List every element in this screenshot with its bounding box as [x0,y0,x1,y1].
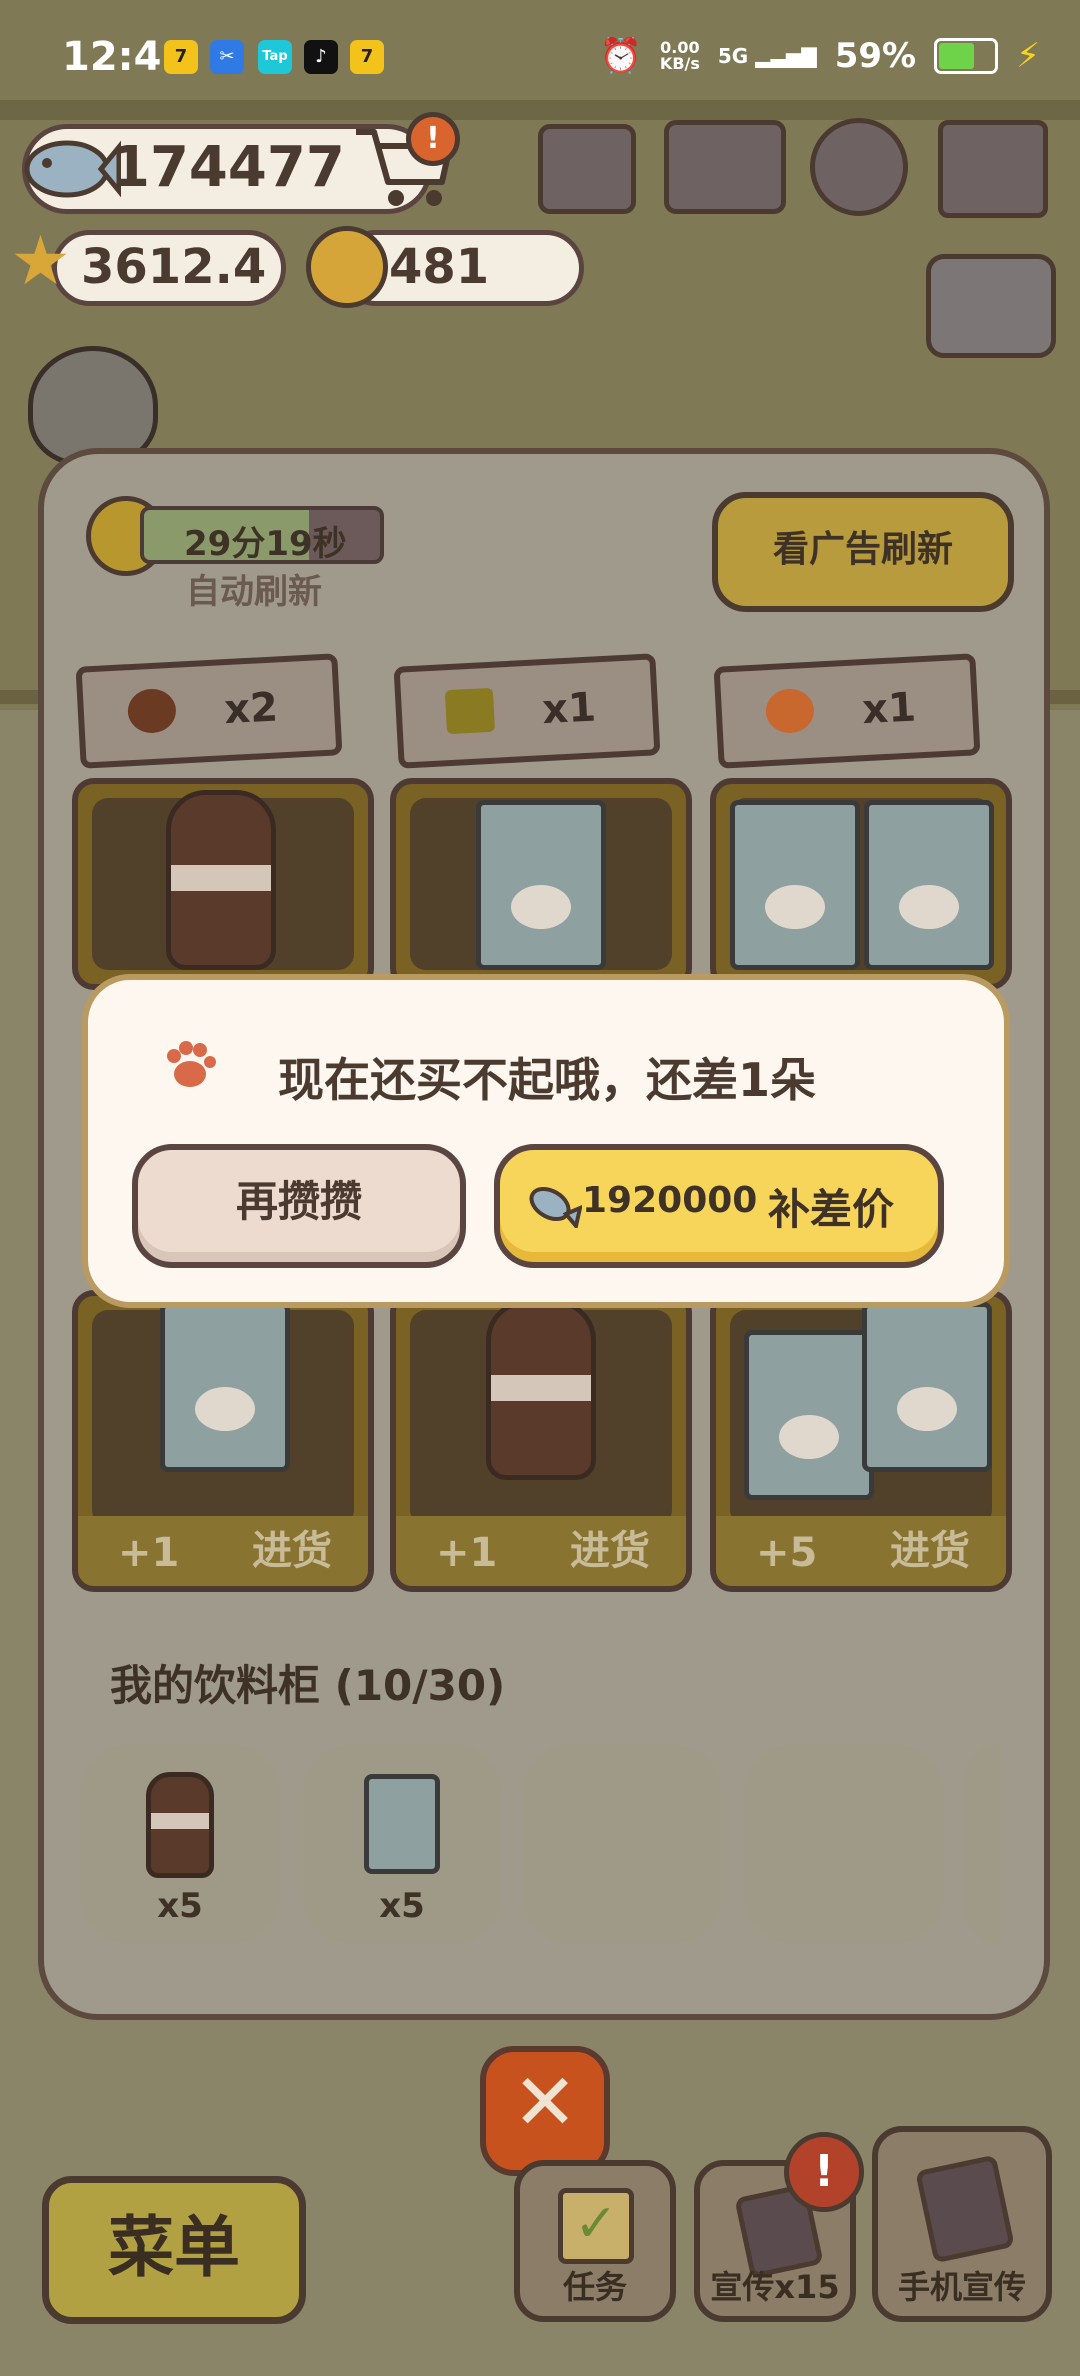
star-icon: ★ [10,222,71,301]
restock-plus-3: +5 [756,1530,818,1576]
milk-carton-3a [730,800,860,970]
shop-cart-button[interactable]: ! [350,112,460,212]
cabinet-slot-3[interactable] [522,1744,722,1944]
net-speed-unit: KB/s [659,54,700,73]
phone-promote-label: 手机宣传 [897,2268,1026,2306]
dialog-message: 现在还买不起哦，还差1朵 [278,1053,817,1107]
close-icon: ✕ [512,2058,578,2148]
net-speed: 0.00 KB/s [660,40,700,72]
cabinet-slot-1-count: x5 [157,1886,203,1926]
battery-icon [934,38,999,74]
star-currency-pill: 3612.4 [52,230,286,306]
fish-icon [529,1186,582,1228]
restock-plus-2: +1 [436,1530,498,1576]
promote-alert-badge: ! [784,2132,864,2212]
gear-icon[interactable] [810,118,908,216]
refresh-timer-bar: 29分19秒 [140,506,384,564]
checkbox-icon: ✓ [558,2188,634,2264]
cabinet-slot-5[interactable] [964,1744,1002,1944]
app-icon-7b: 7 [350,40,384,74]
milk-carton-b3b [862,1302,992,1472]
tasks-button[interactable]: ✓ 任务 [514,2160,676,2322]
restock-button-2[interactable]: 进货 [570,1518,650,1576]
milk-carton-icon [364,1774,440,1874]
requirement-sign-3: x1 [713,653,981,769]
requirement-qty-1: x2 [223,684,280,734]
clownfish-icon [764,687,816,735]
map-icon[interactable] [938,120,1048,218]
bell-count: 481 [389,239,490,295]
requirement-qty-3: x1 [861,684,918,734]
cola-bottle-icon [146,1772,214,1878]
phone-icon [915,2154,1015,2264]
requirement-sign-1: x2 [75,653,343,769]
milk-carton-b1 [160,1302,290,1472]
cola-bottle-1 [166,790,276,970]
auto-refresh-label: 自动刷新 [186,572,322,612]
app-icon-7: 7 [164,40,198,74]
cabinet-slot-2[interactable]: x5 [302,1744,502,1944]
drink-cabinet-title: 我的饮料柜 (10/30) [110,1661,506,1710]
menu-button[interactable]: 菜单 [42,2176,306,2324]
app-icon-tap: Tap [258,40,292,74]
watch-ad-refresh-button[interactable]: 看广告刷新 [712,492,1014,612]
newspaper-icon[interactable] [538,124,636,214]
save-up-button[interactable]: 再攒攒 [132,1144,466,1268]
status-bar: 12:48 7 ✂ Tap ♪ 7 ⏰ 0.00 KB/s 5G ▂▃▅▇ 59… [0,0,1080,116]
restock-plus-1: +1 [118,1530,180,1576]
phone-promote-button[interactable]: 手机宣传 [872,2126,1052,2322]
promote-label: 宣传x15 [710,2268,840,2306]
pay-label: 补差价 [768,1185,895,1234]
status-right: ⏰ 0.00 KB/s 5G ▂▃▅▇ 59% ⚡ [600,36,1040,76]
sort-toggle-icon[interactable] [926,254,1056,358]
fish-icon [24,140,121,198]
cabinet-slot-4[interactable] [744,1744,944,1944]
milk-carton-2 [476,800,606,970]
fish-count: 174477 [111,135,345,200]
restock-button-3[interactable]: 进货 [890,1518,970,1576]
charging-icon: ⚡ [1016,36,1040,76]
restock-button-1[interactable]: 进货 [252,1518,332,1576]
wood-log-icon [444,687,496,735]
paw-icon [167,1041,216,1087]
chestnut-icon [126,687,178,735]
network-type: 5G [717,44,749,68]
milk-carton-b3a [744,1330,874,1500]
star-count: 3612.4 [81,239,267,295]
requirement-qty-2: x1 [541,684,598,734]
milk-carton-3b [864,800,994,970]
close-button[interactable]: ✕ [480,2046,610,2176]
bell-icon [306,226,388,308]
pay-amount: 1920000 [582,1180,758,1221]
requirement-sign-2: x1 [393,653,661,769]
app-icon-scissors: ✂ [210,40,244,74]
alarm-icon: ⏰ [599,36,642,76]
cabinet-slot-1[interactable]: x5 [80,1744,280,1944]
battery-percent: 59% [834,36,917,76]
refresh-timer-text: 29分19秒 [184,524,347,564]
tasks-label: 任务 [562,2268,627,2306]
signal-icon: 5G ▂▃▅▇ [717,44,817,68]
book-icon[interactable] [664,120,786,214]
tiktok-icon: ♪ [304,40,338,74]
cabinet-slot-2-count: x5 [379,1886,425,1926]
cola-bottle-b2 [486,1300,596,1480]
pay-difference-button[interactable]: 1920000 补差价 [494,1144,944,1268]
cart-alert-badge: ! [406,112,460,166]
